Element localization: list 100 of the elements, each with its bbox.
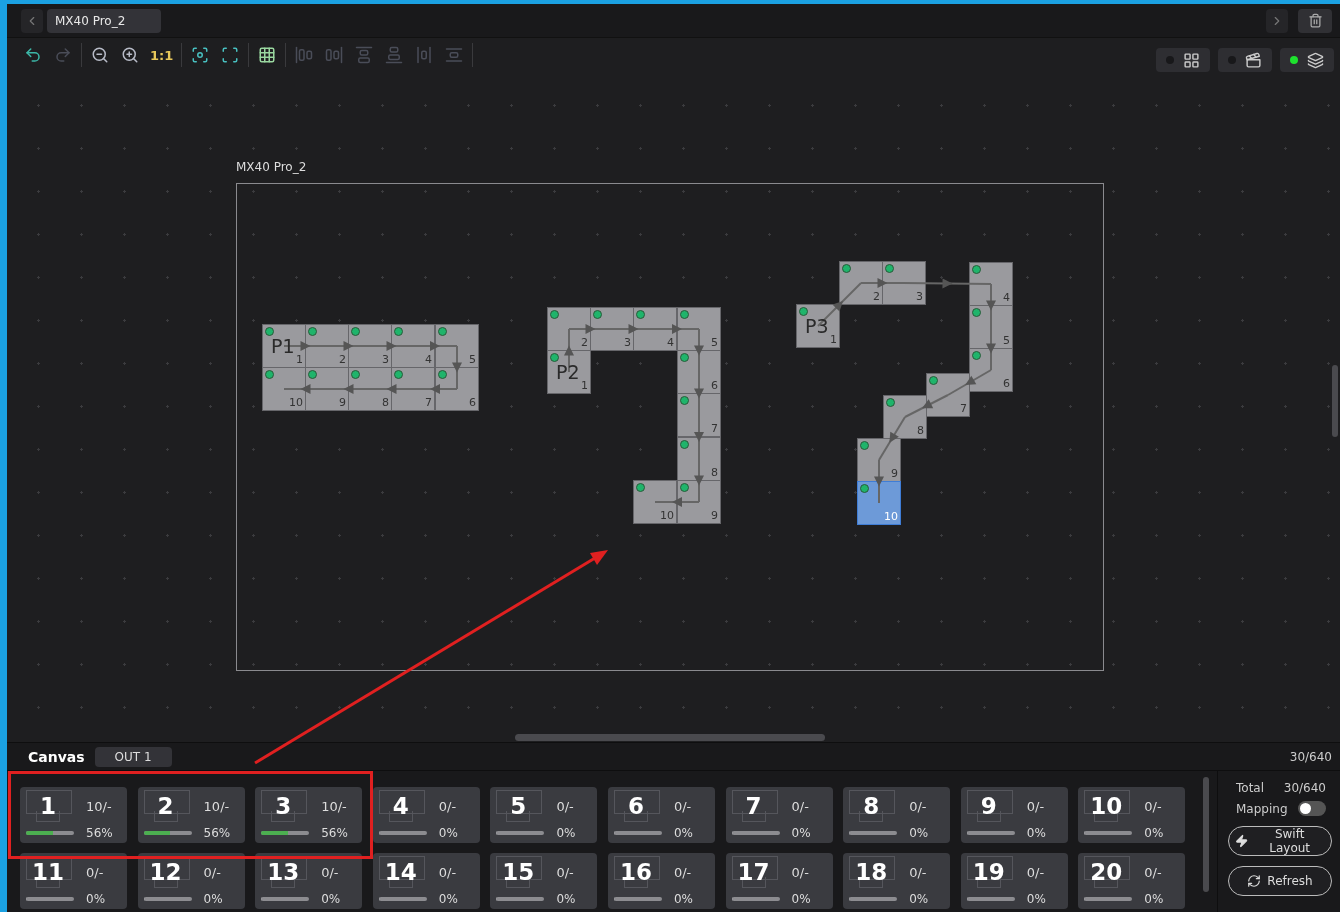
document-tab[interactable]: MX40 Pro_2 bbox=[47, 8, 162, 33]
lightning-icon bbox=[1235, 834, 1249, 848]
cabinet-tile[interactable]: 5 bbox=[435, 324, 479, 368]
tile-number: 5 bbox=[1003, 334, 1010, 347]
back-button[interactable] bbox=[21, 8, 43, 33]
screen-title: MX40 Pro_2 bbox=[236, 160, 307, 174]
port-number: 3 bbox=[275, 793, 292, 819]
port-card[interactable]: 4 0/- 0% bbox=[372, 787, 480, 843]
tile-number: 5 bbox=[469, 353, 476, 366]
port-dot-icon bbox=[885, 264, 894, 273]
cabinet-tile[interactable]: 2 bbox=[839, 261, 883, 305]
cabinet-tile[interactable]: 2 bbox=[547, 307, 591, 351]
port-card[interactable]: 20 0/- 0% bbox=[1078, 853, 1186, 909]
cabinet-tile[interactable]: 9 bbox=[857, 438, 901, 482]
port-card[interactable]: 1 10/- 56% bbox=[20, 787, 127, 843]
cabinet-tile[interactable]: 5 bbox=[677, 307, 721, 351]
cabinet-tile[interactable]: 10 bbox=[262, 367, 306, 411]
load-percent: 56% bbox=[86, 826, 114, 840]
cabinet-tile[interactable]: 9 bbox=[677, 480, 721, 524]
load-percent: 0% bbox=[1144, 826, 1165, 840]
port-dot-icon bbox=[308, 370, 317, 379]
port-card[interactable]: 9 0/- 0% bbox=[960, 787, 1068, 843]
cabinet-tile[interactable]: 8 bbox=[348, 367, 392, 411]
port-card[interactable]: 10 0/- 0% bbox=[1078, 787, 1186, 843]
port-dot-icon bbox=[972, 308, 981, 317]
group-label: P2 bbox=[556, 361, 580, 383]
fit-icon bbox=[191, 46, 210, 64]
tile-number: 7 bbox=[425, 396, 432, 409]
swift-button[interactable]: Swift Layout bbox=[1228, 826, 1332, 856]
cabinet-tile[interactable]: 10 bbox=[633, 480, 677, 524]
port-load: 0/- bbox=[321, 865, 340, 880]
delete-button[interactable] bbox=[1298, 8, 1332, 33]
port-card[interactable]: 19 0/- 0% bbox=[960, 853, 1068, 909]
cabinet-tile[interactable]: 6 bbox=[435, 367, 479, 411]
load-percent: 0% bbox=[673, 892, 694, 906]
forward-button[interactable] bbox=[1266, 8, 1288, 33]
cabinet-tile[interactable]: 4 bbox=[391, 324, 435, 368]
cabinet-tile[interactable]: 3 bbox=[882, 261, 926, 305]
horizontal-scrollbar[interactable] bbox=[515, 734, 825, 741]
distribute-v-icon bbox=[445, 46, 464, 64]
cabinet-tile[interactable]: 7 bbox=[391, 367, 435, 411]
cabinet-tile[interactable]: 2 bbox=[305, 324, 349, 368]
cabinet-tile[interactable]: 3 bbox=[590, 307, 634, 351]
port-load: 0/- bbox=[673, 865, 693, 880]
load-percent: 0% bbox=[438, 826, 459, 840]
cabinet-tile[interactable]: 7 bbox=[926, 373, 970, 417]
flow-arrow bbox=[369, 384, 414, 394]
cabinet-tile[interactable]: 5 bbox=[969, 305, 1013, 349]
tile-number: 2 bbox=[581, 336, 588, 349]
zoom-in-icon bbox=[121, 46, 139, 64]
align-right-icon bbox=[325, 46, 344, 64]
vertical-scrollbar[interactable] bbox=[1332, 365, 1338, 437]
cabinet-tile[interactable]: 4 bbox=[633, 307, 677, 351]
video-view-toggle[interactable] bbox=[1218, 48, 1272, 72]
port-card[interactable]: 3 10/- 56% bbox=[255, 787, 363, 843]
port-number: 9 bbox=[980, 793, 997, 819]
cabinet-tile[interactable]: 8 bbox=[883, 395, 927, 439]
mapping-switch[interactable] bbox=[1298, 801, 1326, 816]
layers-view-toggle[interactable] bbox=[1280, 48, 1334, 72]
vertical-scrollbar[interactable] bbox=[1203, 777, 1209, 892]
tile-number: 10 bbox=[660, 509, 674, 522]
actual-size-button[interactable]: 1:1 bbox=[148, 43, 176, 67]
port-card[interactable]: 8 0/- 0% bbox=[843, 787, 951, 843]
port-card[interactable]: 16 0/- 0% bbox=[607, 853, 715, 909]
group-label: P3 bbox=[805, 315, 829, 337]
align-left-icon bbox=[295, 46, 314, 64]
cabinet-tile[interactable]: 10 bbox=[857, 481, 901, 525]
tile-number: 10 bbox=[289, 396, 303, 409]
port-dot-icon bbox=[550, 310, 559, 319]
tile-number: 8 bbox=[917, 424, 924, 437]
cabinet-tile[interactable]: 9 bbox=[305, 367, 349, 411]
port-card[interactable]: 6 0/- 0% bbox=[607, 787, 715, 843]
tile-number: 9 bbox=[339, 396, 346, 409]
flow-arrow bbox=[283, 384, 328, 394]
port-card[interactable]: 17 0/- 0% bbox=[725, 853, 833, 909]
port-card[interactable]: 18 0/- 0% bbox=[843, 853, 951, 909]
port-dot-icon bbox=[886, 398, 895, 407]
cabinet-tile[interactable]: 3 bbox=[348, 324, 392, 368]
port-load: 0/- bbox=[1144, 799, 1163, 814]
port-card[interactable]: 7 0/- 0% bbox=[725, 787, 833, 843]
port-load: 0/- bbox=[909, 799, 928, 814]
cabinet-tile[interactable]: 8 bbox=[677, 437, 721, 481]
cabinet-tile[interactable]: 6 bbox=[677, 350, 721, 394]
cabinet-tile[interactable]: 4 bbox=[969, 262, 1013, 306]
output-tab[interactable]: OUT 1 bbox=[94, 746, 172, 767]
port-card[interactable]: 14 0/- 0% bbox=[372, 853, 480, 909]
port-card[interactable]: 5 0/- 0% bbox=[490, 787, 598, 843]
port-card[interactable]: 2 10/- 56% bbox=[137, 787, 245, 843]
port-card[interactable]: 13 0/- 0% bbox=[255, 853, 363, 909]
trash-icon bbox=[1307, 13, 1323, 28]
port-card[interactable]: 11 0/- 0% bbox=[20, 853, 127, 909]
port-card[interactable]: 12 0/- 0% bbox=[137, 853, 245, 909]
cabinet-tile[interactable]: 7 bbox=[677, 393, 721, 437]
port-number: 14 bbox=[384, 859, 417, 885]
layout-view-toggle[interactable] bbox=[1156, 48, 1210, 72]
port-card[interactable]: 15 0/- 0% bbox=[490, 853, 598, 909]
cabinet-tile[interactable]: 6 bbox=[969, 348, 1013, 392]
port-load: 0/- bbox=[791, 865, 810, 880]
refresh-button[interactable]: Refresh bbox=[1228, 866, 1332, 896]
fill-icon bbox=[221, 46, 240, 64]
